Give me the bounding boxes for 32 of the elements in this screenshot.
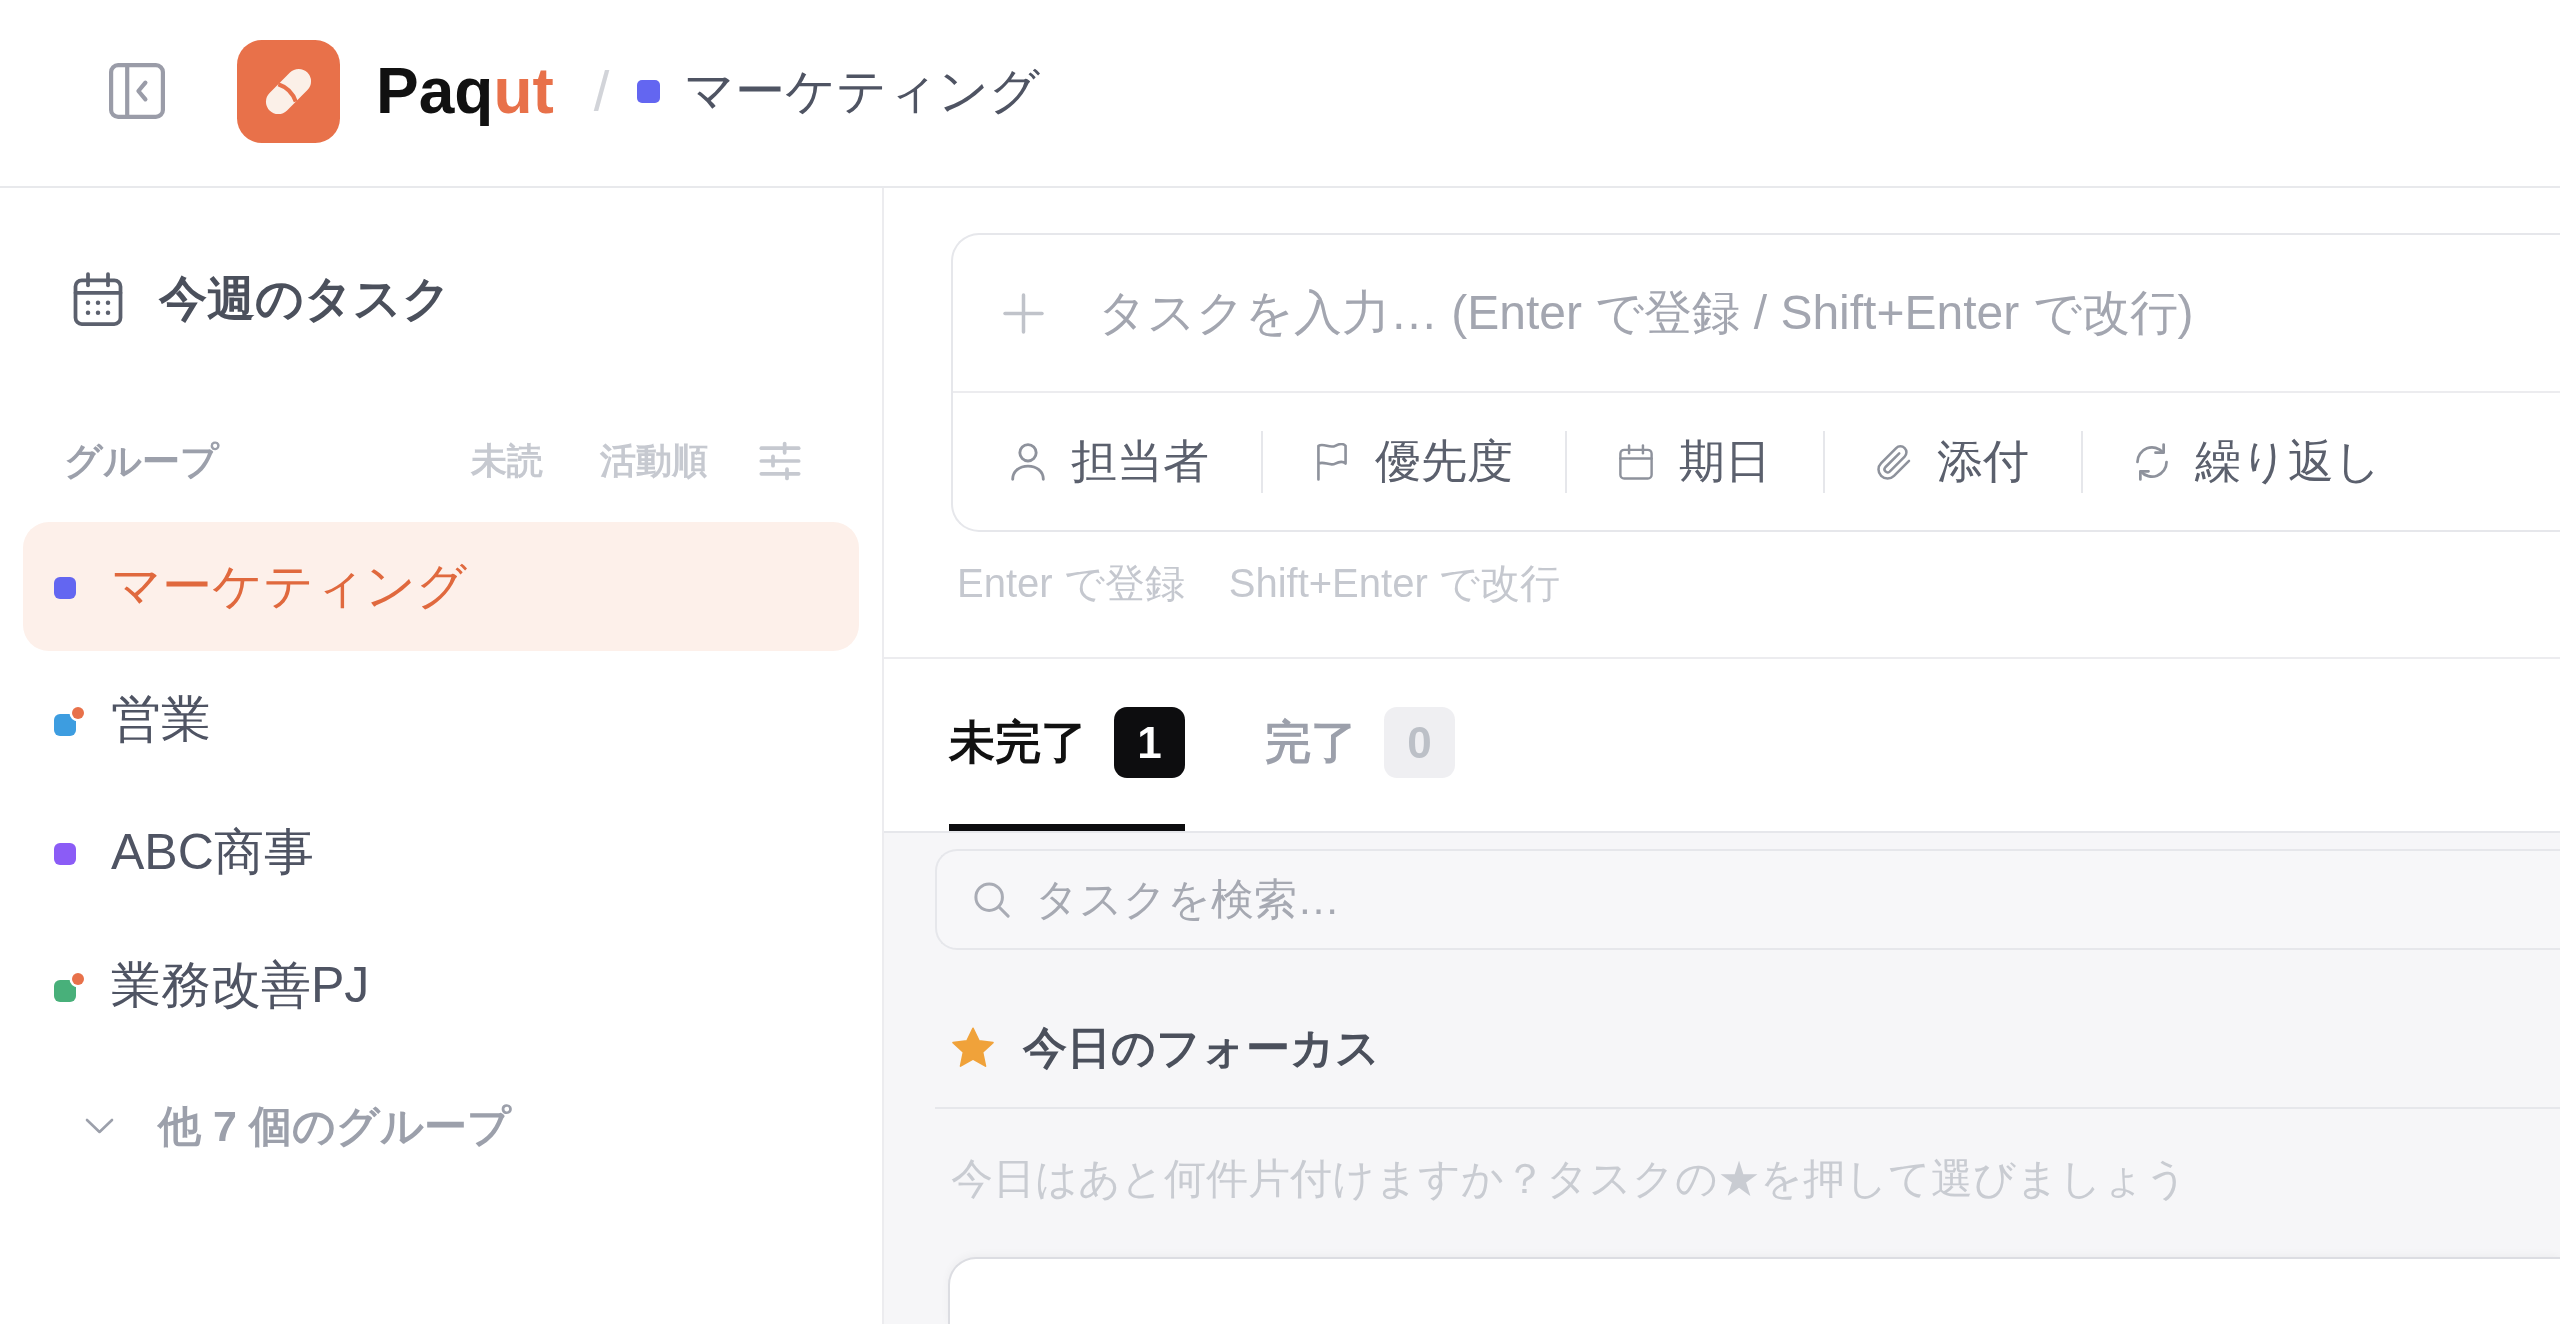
sidebar-toggle-button[interactable] <box>109 63 165 119</box>
calendar-icon <box>73 272 123 326</box>
keyboard-hint: Shift+Enter で改行 <box>1228 560 1560 607</box>
assignee-button[interactable]: 担当者 <box>1011 427 1209 496</box>
refresh-icon <box>2135 442 2169 481</box>
search-icon <box>974 882 1010 918</box>
task-input-field[interactable]: タスクを入力… (Enter で登録 / Shift+Enter で改行) <box>1098 278 2560 348</box>
group-item[interactable]: 営業 <box>23 655 859 784</box>
keyboard-hint: Enter で登録 <box>957 560 1185 607</box>
flag-icon <box>1315 442 1349 481</box>
panel-left-icon <box>109 63 165 119</box>
group-item[interactable]: ABC商事 <box>23 788 859 917</box>
nav-item[interactable]: 今週のタスク <box>73 269 451 329</box>
section-title: 今日のフォーカス <box>1023 1022 1380 1074</box>
person-icon <box>1011 442 1045 481</box>
search-field[interactable]: タスクを検索… <box>935 849 2560 950</box>
count-badge: 1 <box>1114 707 1185 778</box>
breadcrumb-separator: / <box>593 63 610 119</box>
plus-icon <box>1003 292 1044 334</box>
due-button[interactable]: 期日 <box>1619 427 1771 496</box>
filter-settings-button[interactable] <box>759 441 801 481</box>
attachment-button[interactable]: 添付 <box>1877 427 2029 496</box>
sliders-icon <box>759 441 801 481</box>
calendar-icon <box>1619 442 1653 481</box>
breadcrumb-title: マーケティング <box>684 66 1041 116</box>
priority-button[interactable]: 優先度 <box>1315 427 1513 496</box>
repeat-button[interactable]: 繰り返し <box>2135 427 2381 496</box>
group-item[interactable]: 業務改善PJ <box>23 921 859 1050</box>
star-icon <box>951 1027 995 1069</box>
paperclip-icon <box>1877 442 1911 481</box>
logo-icon <box>237 39 340 143</box>
section-label: グループ <box>64 438 219 484</box>
